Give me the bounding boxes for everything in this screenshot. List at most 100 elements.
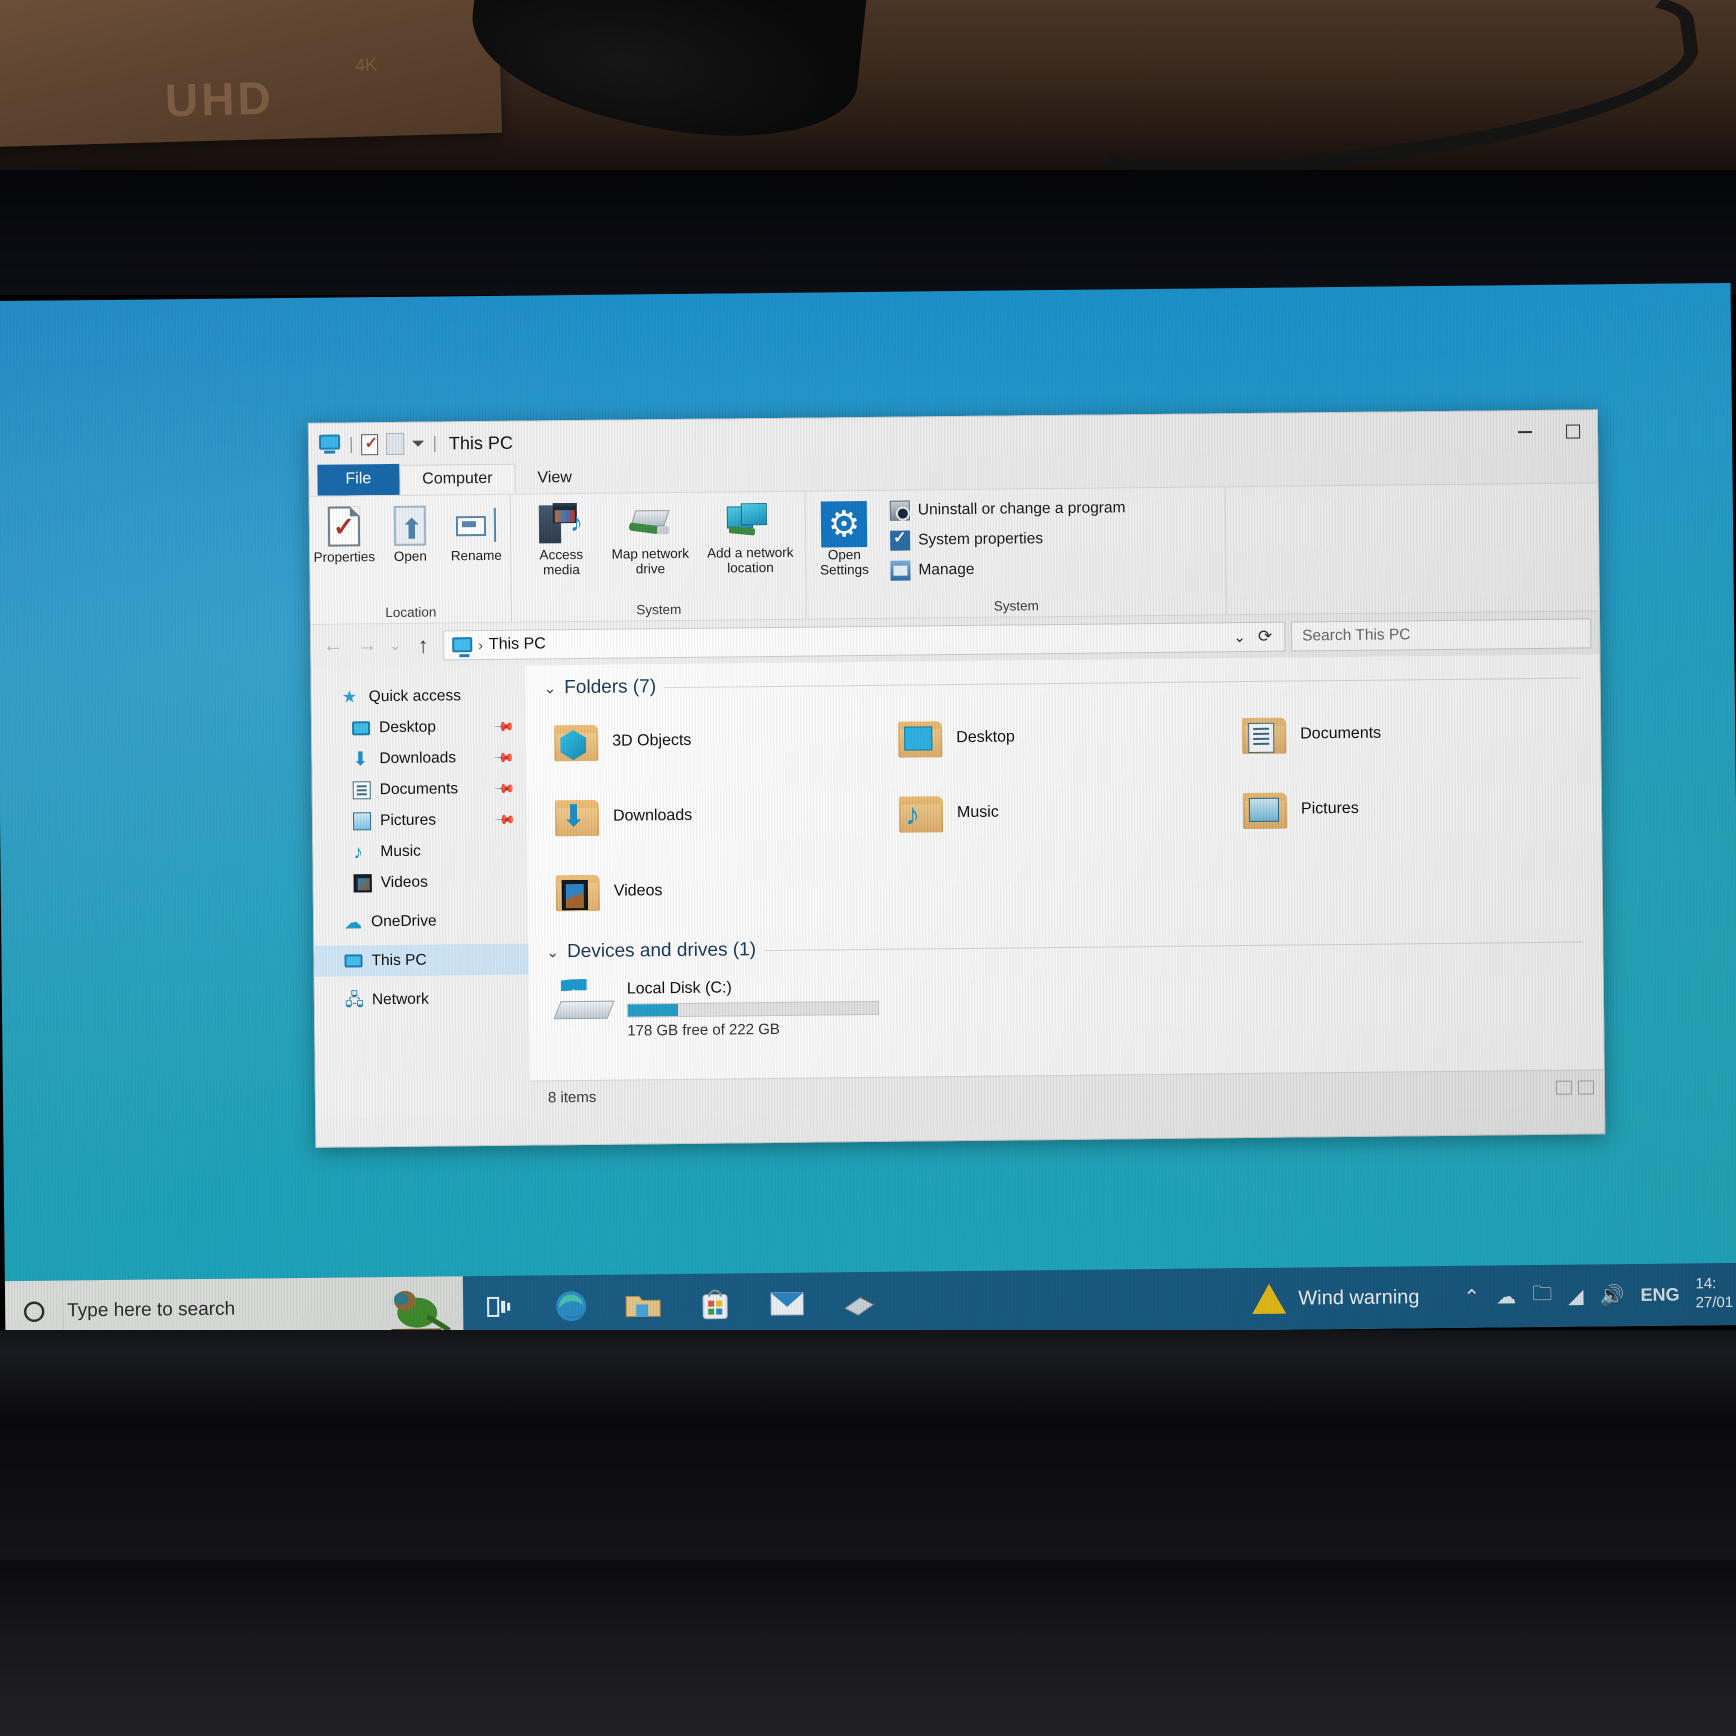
microsoft-edge-icon[interactable] [535, 1275, 608, 1338]
forward-button[interactable]: → [353, 634, 381, 657]
sidebar-item-documents[interactable]: Documents 📌 [313, 773, 527, 806]
open-label: Open [393, 548, 427, 564]
folder-tile-videos[interactable]: Videos [555, 858, 900, 924]
open-button[interactable]: Open [377, 502, 444, 564]
mail-icon[interactable] [751, 1272, 824, 1335]
chevron-down-icon[interactable]: ⌄ [544, 679, 557, 697]
box-brand-label: UHD [164, 71, 275, 127]
breadcrumb[interactable]: › This PC ⌄ ⟳ [443, 621, 1286, 660]
search-placeholder: Search This PC [1302, 625, 1411, 644]
tab-computer[interactable]: Computer [399, 463, 516, 495]
properties-icon[interactable] [361, 433, 379, 455]
task-view-icon[interactable] [463, 1276, 536, 1339]
drive-tile-local-disk-c[interactable]: Local Disk (C:) 178 GB free of 222 GB [529, 958, 1604, 1040]
printer-scan-icon[interactable] [823, 1272, 896, 1335]
pin-icon[interactable]: 📌 [493, 715, 515, 738]
access-media-button[interactable]: ♪ Access media [522, 501, 601, 578]
sidebar-item-videos[interactable]: Videos [314, 866, 528, 899]
manage-command[interactable]: Manage [890, 558, 1126, 581]
parrot-thumbnail[interactable] [361, 1278, 458, 1337]
network-buttons[interactable]: ♪ Access media Map network drive Add a n… [516, 492, 801, 604]
chevron-down-icon[interactable]: ⌄ [1233, 628, 1246, 646]
weather-label: Wind warning [1298, 1285, 1420, 1310]
pinned-apps[interactable] [463, 1272, 896, 1339]
sidebar-label: This PC [371, 951, 427, 969]
sidebar-label: Music [380, 842, 421, 860]
chevron-down-icon[interactable]: ⌄ [546, 943, 559, 961]
recent-locations-button[interactable]: ⌄ [387, 637, 403, 654]
breadcrumb-path[interactable]: This PC [489, 635, 546, 654]
sidebar-item-desktop[interactable]: Desktop 📌 [312, 711, 526, 744]
sidebar-item-onedrive[interactable]: ☁ OneDrive [314, 905, 528, 938]
folders-grid[interactable]: 3D Objects Desktop Documents ⬇ Downloads… [526, 694, 1602, 923]
pin-icon[interactable]: 📌 [493, 746, 516, 769]
system-properties-label: System properties [918, 530, 1044, 549]
uninstall-program-command[interactable]: Uninstall or change a program [889, 498, 1126, 521]
removable-media-icon[interactable]: 🗀 [1532, 1279, 1552, 1313]
ribbon-group-location: Properties Open Rename Location [310, 495, 511, 624]
view-toggle-buttons[interactable] [1555, 1079, 1604, 1095]
refresh-icon[interactable]: ⟳ [1258, 626, 1272, 646]
properties-button[interactable]: Properties [311, 503, 378, 565]
window-controls[interactable] [1501, 411, 1597, 452]
folder-tile-desktop[interactable]: Desktop [898, 704, 1243, 770]
folder-tile-music[interactable]: ♪ Music [898, 779, 1244, 845]
language-indicator[interactable]: ENG [1640, 1284, 1679, 1305]
show-hidden-icons-chevron[interactable]: ⌃ [1463, 1284, 1480, 1309]
onedrive-tray-icon[interactable]: ☁ [1496, 1284, 1516, 1309]
clock[interactable]: 14: 27/01 [1695, 1275, 1733, 1313]
up-button[interactable]: ↑ [409, 632, 437, 658]
sidebar-item-music[interactable]: ♪ Music [313, 835, 527, 868]
search-input[interactable]: Search This PC [1291, 617, 1592, 652]
downloads-icon: ⬇ [352, 748, 369, 770]
tile-label: Downloads [612, 806, 693, 825]
devices-group-header[interactable]: ⌄ Devices and drives (1) [528, 930, 1602, 963]
back-button[interactable]: ← [319, 634, 347, 657]
large-icons-view-icon[interactable] [1577, 1079, 1594, 1095]
minimize-button[interactable] [1501, 412, 1549, 453]
sidebar-item-pictures[interactable]: Pictures 📌 [313, 804, 527, 837]
map-network-drive-label: Map network drive [611, 545, 689, 577]
microsoft-store-icon[interactable] [679, 1273, 752, 1336]
tile-label: Desktop [956, 728, 1016, 747]
tab-file[interactable]: File [317, 463, 400, 496]
sidebar-item-network[interactable]: 🖧 Network [315, 983, 529, 1016]
folder-tile-3d-objects[interactable]: 3D Objects [554, 708, 899, 774]
sidebar-item-this-pc[interactable]: This PC [314, 943, 529, 977]
wifi-icon[interactable]: ◢ [1568, 1283, 1584, 1308]
details-view-icon[interactable] [1555, 1080, 1572, 1095]
folder-tile-downloads[interactable]: ⬇ Downloads [554, 783, 900, 849]
navigation-pane[interactable]: ★ Quick access Desktop 📌 ⬇ Downloads 📌 D… [311, 665, 531, 1117]
location-buttons[interactable]: Properties Open Rename [311, 495, 510, 606]
new-folder-icon[interactable] [386, 432, 405, 456]
pin-icon[interactable]: 📌 [494, 808, 516, 831]
content-pane[interactable]: ⌄ Folders (7) 3D Objects Desktop Documen… [525, 654, 1605, 1115]
pin-icon[interactable]: 📌 [493, 777, 516, 800]
ribbon[interactable]: Properties Open Rename Location [309, 482, 1599, 624]
maximize-button[interactable] [1549, 411, 1597, 452]
customize-caret-icon[interactable] [412, 440, 425, 447]
sidebar-item-quick-access[interactable]: ★ Quick access [312, 680, 526, 713]
desk-background: UHD 4K [0, 0, 1736, 204]
rename-button[interactable]: Rename [443, 502, 510, 564]
file-explorer-icon[interactable] [607, 1274, 680, 1337]
sidebar-item-downloads[interactable]: ⬇ Downloads 📌 [312, 742, 526, 775]
folder-tile-pictures[interactable]: Pictures [1242, 775, 1588, 841]
system-tray[interactable]: Wind warning ⌃ ☁ 🗀 ◢ 🔊 ENG 14: 27/01 [1252, 1275, 1736, 1318]
videos-icon [353, 873, 372, 892]
system-properties-command[interactable]: System properties [890, 528, 1126, 551]
explorer-body: ★ Quick access Desktop 📌 ⬇ Downloads 📌 D… [311, 654, 1605, 1117]
uninstall-program-label: Uninstall or change a program [917, 499, 1126, 519]
folders-group-header[interactable]: ⌄ Folders (7) [526, 666, 1600, 699]
weather-widget[interactable]: Wind warning [1252, 1282, 1420, 1315]
map-network-drive-button[interactable]: Map network drive [600, 500, 701, 577]
add-network-location-button[interactable]: Add a network location [700, 499, 801, 576]
manage-icon [890, 560, 911, 581]
volume-icon[interactable]: 🔊 [1599, 1283, 1625, 1308]
open-settings-button[interactable]: ⚙ Open Settings [811, 500, 878, 578]
file-explorer-window[interactable]: | | This PC File Computer View [307, 409, 1606, 1148]
access-media-icon: ♪ [538, 501, 583, 547]
tab-view[interactable]: View [515, 464, 594, 494]
address-actions[interactable]: ⌄ ⟳ [1233, 626, 1276, 646]
folder-tile-documents[interactable]: Documents [1242, 700, 1587, 766]
